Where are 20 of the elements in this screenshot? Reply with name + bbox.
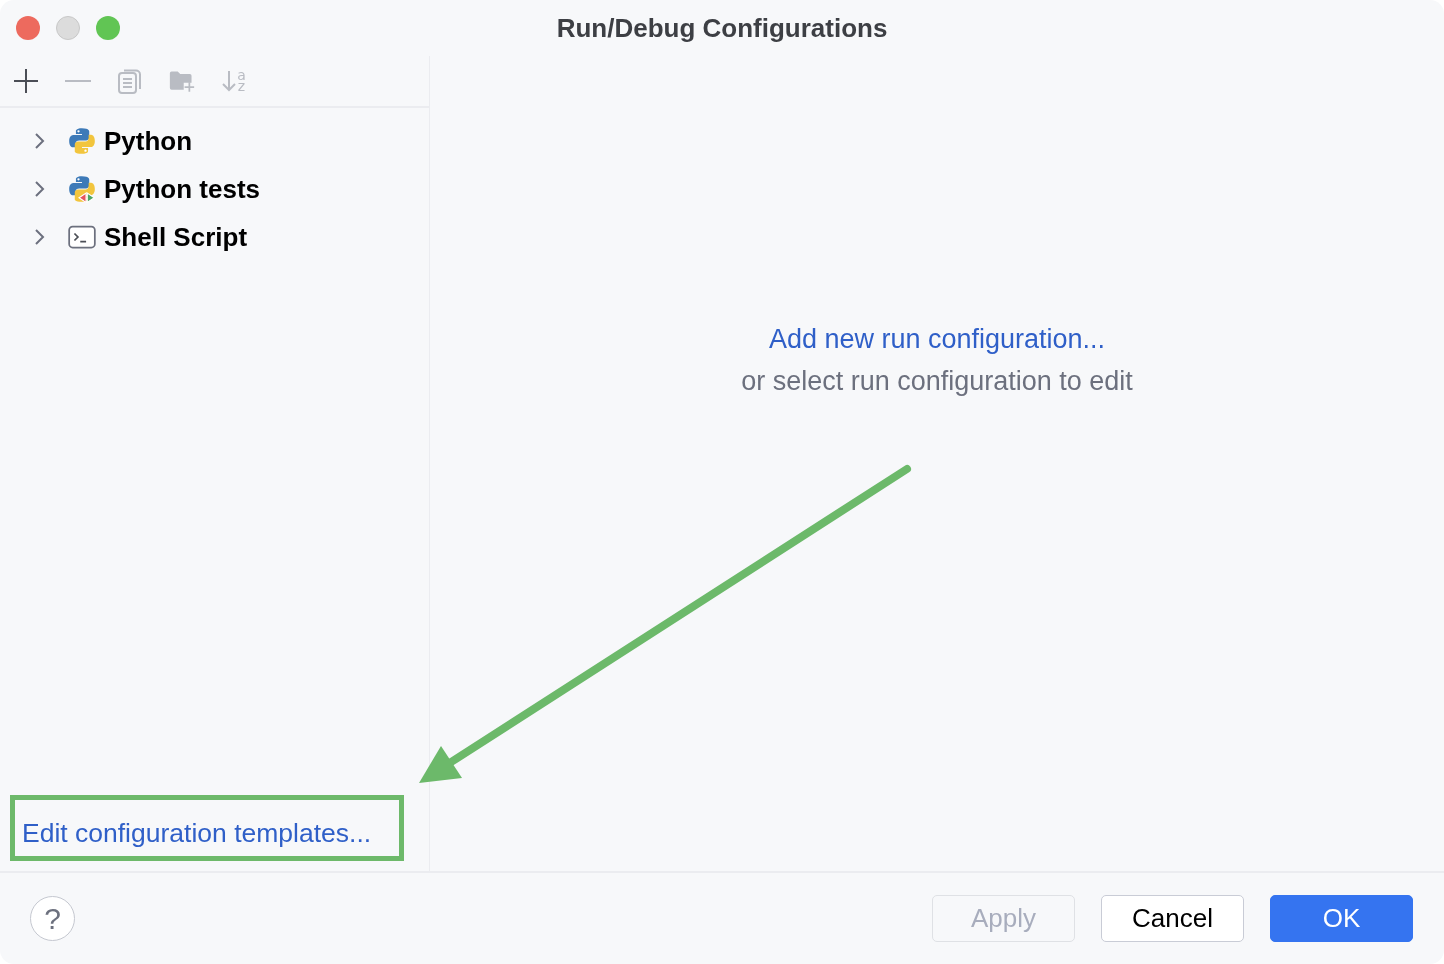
tree-item[interactable]: Shell Script bbox=[104, 221, 248, 253]
window-zoom-button[interactable] bbox=[96, 16, 120, 40]
window-close-button[interactable] bbox=[16, 16, 40, 40]
dialog-button[interactable]: Cancel bbox=[1101, 895, 1244, 942]
folder-plus-icon bbox=[169, 68, 195, 94]
arrow-down-icon bbox=[222, 70, 237, 92]
tree-item[interactable]: Python tests bbox=[104, 173, 261, 205]
window-title: Run/Debug Configurations bbox=[556, 12, 888, 44]
tree-item[interactable]: Python bbox=[104, 125, 193, 157]
plus-icon bbox=[13, 68, 39, 94]
minus-icon bbox=[65, 80, 91, 82]
add-configuration-link[interactable]: Add new run configuration... bbox=[768, 322, 1106, 356]
templates-link[interactable]: Edit configuration templates... bbox=[22, 818, 372, 849]
empty-hint: or select run configuration to edit bbox=[741, 365, 1133, 398]
help-button[interactable]: ? bbox=[30, 896, 75, 941]
dialog-button[interactable]: OK bbox=[1270, 895, 1413, 942]
python-test-icon bbox=[68, 175, 96, 203]
copy-icon bbox=[117, 68, 143, 94]
python-icon bbox=[68, 127, 96, 155]
terminal-icon bbox=[68, 223, 96, 251]
